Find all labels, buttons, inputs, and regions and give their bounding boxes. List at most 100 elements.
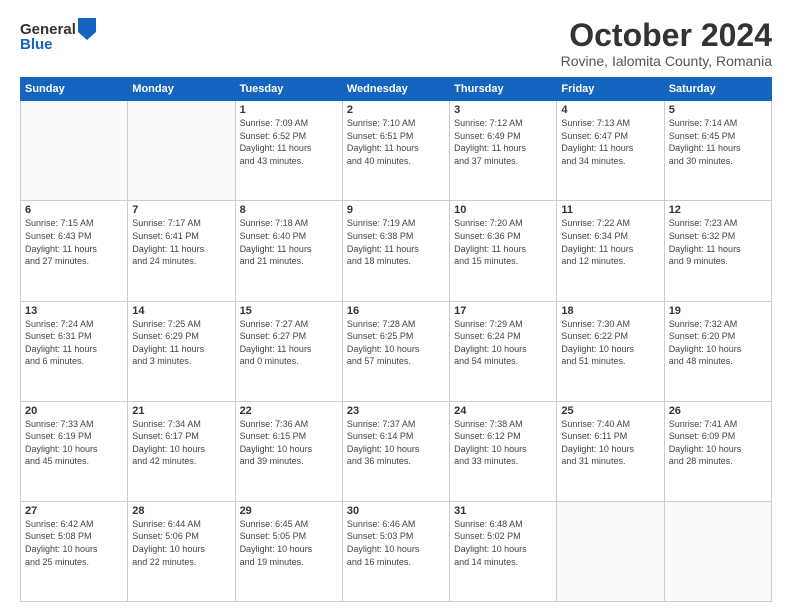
calendar-cell: 5Sunrise: 7:14 AM Sunset: 6:45 PM Daylig… bbox=[664, 101, 771, 201]
weekday-header: Friday bbox=[557, 78, 664, 101]
day-number: 31 bbox=[454, 505, 552, 517]
day-info: Sunrise: 6:46 AM Sunset: 5:03 PM Dayligh… bbox=[347, 518, 445, 568]
calendar-cell bbox=[21, 101, 128, 201]
day-info: Sunrise: 7:15 AM Sunset: 6:43 PM Dayligh… bbox=[25, 217, 123, 267]
calendar-cell: 4Sunrise: 7:13 AM Sunset: 6:47 PM Daylig… bbox=[557, 101, 664, 201]
day-info: Sunrise: 7:41 AM Sunset: 6:09 PM Dayligh… bbox=[669, 418, 767, 468]
day-number: 18 bbox=[561, 305, 659, 317]
calendar-cell: 28Sunrise: 6:44 AM Sunset: 5:06 PM Dayli… bbox=[128, 501, 235, 601]
calendar-cell: 27Sunrise: 6:42 AM Sunset: 5:08 PM Dayli… bbox=[21, 501, 128, 601]
calendar-cell: 14Sunrise: 7:25 AM Sunset: 6:29 PM Dayli… bbox=[128, 301, 235, 401]
month-title: October 2024 bbox=[561, 18, 772, 53]
day-number: 21 bbox=[132, 405, 230, 417]
day-number: 7 bbox=[132, 204, 230, 216]
day-number: 8 bbox=[240, 204, 338, 216]
day-info: Sunrise: 7:38 AM Sunset: 6:12 PM Dayligh… bbox=[454, 418, 552, 468]
day-number: 19 bbox=[669, 305, 767, 317]
calendar-cell: 2Sunrise: 7:10 AM Sunset: 6:51 PM Daylig… bbox=[342, 101, 449, 201]
day-number: 22 bbox=[240, 405, 338, 417]
calendar-cell: 11Sunrise: 7:22 AM Sunset: 6:34 PM Dayli… bbox=[557, 201, 664, 301]
day-info: Sunrise: 7:34 AM Sunset: 6:17 PM Dayligh… bbox=[132, 418, 230, 468]
calendar-cell: 22Sunrise: 7:36 AM Sunset: 6:15 PM Dayli… bbox=[235, 401, 342, 501]
day-info: Sunrise: 7:40 AM Sunset: 6:11 PM Dayligh… bbox=[561, 418, 659, 468]
day-info: Sunrise: 7:33 AM Sunset: 6:19 PM Dayligh… bbox=[25, 418, 123, 468]
calendar-header-row: SundayMondayTuesdayWednesdayThursdayFrid… bbox=[21, 78, 772, 101]
day-number: 2 bbox=[347, 104, 445, 116]
day-number: 26 bbox=[669, 405, 767, 417]
calendar-cell: 26Sunrise: 7:41 AM Sunset: 6:09 PM Dayli… bbox=[664, 401, 771, 501]
weekday-header: Thursday bbox=[450, 78, 557, 101]
day-info: Sunrise: 7:27 AM Sunset: 6:27 PM Dayligh… bbox=[240, 318, 338, 368]
calendar-week-row: 13Sunrise: 7:24 AM Sunset: 6:31 PM Dayli… bbox=[21, 301, 772, 401]
day-number: 16 bbox=[347, 305, 445, 317]
day-number: 28 bbox=[132, 505, 230, 517]
weekday-header: Tuesday bbox=[235, 78, 342, 101]
day-info: Sunrise: 7:23 AM Sunset: 6:32 PM Dayligh… bbox=[669, 217, 767, 267]
calendar-cell: 24Sunrise: 7:38 AM Sunset: 6:12 PM Dayli… bbox=[450, 401, 557, 501]
calendar-cell bbox=[557, 501, 664, 601]
calendar-cell: 19Sunrise: 7:32 AM Sunset: 6:20 PM Dayli… bbox=[664, 301, 771, 401]
day-number: 24 bbox=[454, 405, 552, 417]
day-number: 27 bbox=[25, 505, 123, 517]
logo: General Blue bbox=[20, 18, 96, 53]
day-info: Sunrise: 7:36 AM Sunset: 6:15 PM Dayligh… bbox=[240, 418, 338, 468]
day-number: 15 bbox=[240, 305, 338, 317]
day-number: 9 bbox=[347, 204, 445, 216]
day-info: Sunrise: 6:45 AM Sunset: 5:05 PM Dayligh… bbox=[240, 518, 338, 568]
day-number: 30 bbox=[347, 505, 445, 517]
day-info: Sunrise: 6:48 AM Sunset: 5:02 PM Dayligh… bbox=[454, 518, 552, 568]
calendar-cell: 13Sunrise: 7:24 AM Sunset: 6:31 PM Dayli… bbox=[21, 301, 128, 401]
day-number: 25 bbox=[561, 405, 659, 417]
calendar-cell: 31Sunrise: 6:48 AM Sunset: 5:02 PM Dayli… bbox=[450, 501, 557, 601]
weekday-header: Saturday bbox=[664, 78, 771, 101]
day-info: Sunrise: 7:37 AM Sunset: 6:14 PM Dayligh… bbox=[347, 418, 445, 468]
calendar-cell: 23Sunrise: 7:37 AM Sunset: 6:14 PM Dayli… bbox=[342, 401, 449, 501]
day-number: 10 bbox=[454, 204, 552, 216]
calendar-cell: 10Sunrise: 7:20 AM Sunset: 6:36 PM Dayli… bbox=[450, 201, 557, 301]
calendar-table: SundayMondayTuesdayWednesdayThursdayFrid… bbox=[20, 77, 772, 602]
calendar-cell: 18Sunrise: 7:30 AM Sunset: 6:22 PM Dayli… bbox=[557, 301, 664, 401]
day-number: 12 bbox=[669, 204, 767, 216]
calendar-cell: 8Sunrise: 7:18 AM Sunset: 6:40 PM Daylig… bbox=[235, 201, 342, 301]
day-number: 13 bbox=[25, 305, 123, 317]
logo-icon bbox=[78, 18, 96, 40]
calendar-cell: 21Sunrise: 7:34 AM Sunset: 6:17 PM Dayli… bbox=[128, 401, 235, 501]
calendar-cell: 15Sunrise: 7:27 AM Sunset: 6:27 PM Dayli… bbox=[235, 301, 342, 401]
day-number: 1 bbox=[240, 104, 338, 116]
calendar-week-row: 20Sunrise: 7:33 AM Sunset: 6:19 PM Dayli… bbox=[21, 401, 772, 501]
day-info: Sunrise: 7:22 AM Sunset: 6:34 PM Dayligh… bbox=[561, 217, 659, 267]
day-info: Sunrise: 7:30 AM Sunset: 6:22 PM Dayligh… bbox=[561, 318, 659, 368]
day-info: Sunrise: 7:29 AM Sunset: 6:24 PM Dayligh… bbox=[454, 318, 552, 368]
logo-blue-text: Blue bbox=[20, 36, 53, 53]
weekday-header: Wednesday bbox=[342, 78, 449, 101]
day-number: 14 bbox=[132, 305, 230, 317]
day-info: Sunrise: 7:10 AM Sunset: 6:51 PM Dayligh… bbox=[347, 117, 445, 167]
day-number: 17 bbox=[454, 305, 552, 317]
calendar-cell: 16Sunrise: 7:28 AM Sunset: 6:25 PM Dayli… bbox=[342, 301, 449, 401]
subtitle: Rovine, Ialomita County, Romania bbox=[561, 53, 772, 69]
calendar-week-row: 27Sunrise: 6:42 AM Sunset: 5:08 PM Dayli… bbox=[21, 501, 772, 601]
calendar-cell bbox=[664, 501, 771, 601]
calendar-week-row: 1Sunrise: 7:09 AM Sunset: 6:52 PM Daylig… bbox=[21, 101, 772, 201]
calendar-cell: 30Sunrise: 6:46 AM Sunset: 5:03 PM Dayli… bbox=[342, 501, 449, 601]
day-info: Sunrise: 7:17 AM Sunset: 6:41 PM Dayligh… bbox=[132, 217, 230, 267]
day-info: Sunrise: 7:25 AM Sunset: 6:29 PM Dayligh… bbox=[132, 318, 230, 368]
day-info: Sunrise: 7:20 AM Sunset: 6:36 PM Dayligh… bbox=[454, 217, 552, 267]
day-number: 29 bbox=[240, 505, 338, 517]
day-info: Sunrise: 7:19 AM Sunset: 6:38 PM Dayligh… bbox=[347, 217, 445, 267]
calendar-cell: 29Sunrise: 6:45 AM Sunset: 5:05 PM Dayli… bbox=[235, 501, 342, 601]
day-number: 6 bbox=[25, 204, 123, 216]
calendar-cell: 17Sunrise: 7:29 AM Sunset: 6:24 PM Dayli… bbox=[450, 301, 557, 401]
weekday-header: Sunday bbox=[21, 78, 128, 101]
calendar-cell: 12Sunrise: 7:23 AM Sunset: 6:32 PM Dayli… bbox=[664, 201, 771, 301]
calendar-week-row: 6Sunrise: 7:15 AM Sunset: 6:43 PM Daylig… bbox=[21, 201, 772, 301]
day-info: Sunrise: 7:32 AM Sunset: 6:20 PM Dayligh… bbox=[669, 318, 767, 368]
day-info: Sunrise: 6:42 AM Sunset: 5:08 PM Dayligh… bbox=[25, 518, 123, 568]
page: General Blue October 2024 Rovine, Ialomi… bbox=[0, 0, 792, 612]
day-number: 23 bbox=[347, 405, 445, 417]
weekday-header: Monday bbox=[128, 78, 235, 101]
calendar-cell: 20Sunrise: 7:33 AM Sunset: 6:19 PM Dayli… bbox=[21, 401, 128, 501]
day-number: 20 bbox=[25, 405, 123, 417]
calendar-cell bbox=[128, 101, 235, 201]
day-info: Sunrise: 7:18 AM Sunset: 6:40 PM Dayligh… bbox=[240, 217, 338, 267]
